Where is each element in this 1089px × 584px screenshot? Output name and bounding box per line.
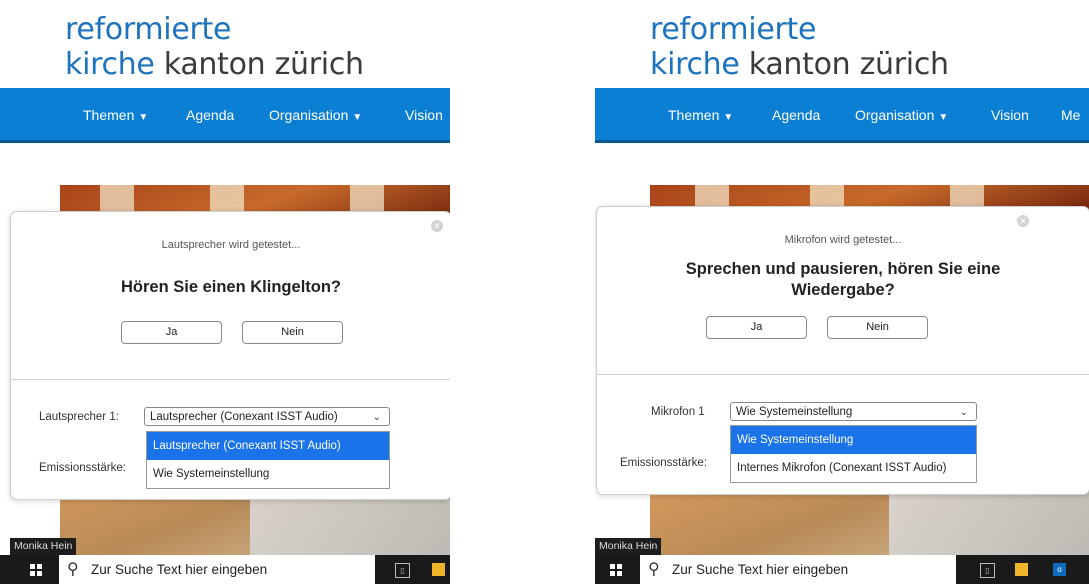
dropdown-option[interactable]: Wie Systemeinstellung [731, 426, 976, 454]
no-button[interactable]: Nein [827, 316, 928, 339]
taskbar-search-box[interactable]: ⚲ Zur Suche Text hier eingeben [640, 555, 956, 584]
nav-item-more[interactable]: Me [1061, 107, 1080, 123]
speaker-select[interactable]: Lautsprecher (Conexant ISST Audio) ⌄ [144, 407, 390, 426]
outlook-icon[interactable]: o [1053, 563, 1066, 576]
test-status: Lautsprecher wird getestet... [161, 239, 301, 251]
chevron-down-icon: ⌄ [959, 407, 968, 418]
task-view-icon[interactable]: ▯ [980, 563, 995, 578]
selected-device: Lautsprecher (Conexant ISST Audio) [150, 411, 338, 423]
microphone-test-screenshot: reformierte kirche kanton zürich Themen ▼… [595, 0, 1089, 584]
device-dropdown-list: Lautsprecher (Conexant ISST Audio) Wie S… [146, 431, 390, 489]
nav-item-themen[interactable]: Themen ▼ [83, 107, 148, 123]
logo-line-1: reformierte [650, 12, 817, 47]
no-button[interactable]: Nein [242, 321, 343, 344]
yes-button[interactable]: Ja [706, 316, 807, 339]
caret-down-icon: ▼ [938, 112, 949, 123]
logo-line-2: kirche kanton zürich [650, 47, 949, 82]
logo-line-1: reformierte [65, 12, 232, 47]
test-question: Hören Sie einen Klingelton? [120, 278, 342, 296]
nav-item-agenda[interactable]: Agenda [772, 107, 820, 123]
windows-start-icon[interactable] [610, 564, 622, 576]
test-question-line-1: Sprechen und pausieren, hören Sie eine [685, 260, 1001, 278]
selected-device: Wie Systemeinstellung [736, 406, 853, 418]
caret-down-icon: ▼ [352, 112, 363, 123]
search-placeholder: Zur Suche Text hier eingeben [672, 562, 849, 577]
audio-test-dialog: ✕ Mikrofon wird getestet... Sprechen und… [596, 206, 1089, 495]
search-icon: ⚲ [648, 561, 660, 578]
logo-word-kanton-zuerich: kanton zürich [739, 47, 949, 82]
file-explorer-icon[interactable] [432, 563, 445, 576]
search-icon: ⚲ [67, 561, 79, 578]
file-explorer-icon[interactable] [1015, 563, 1028, 576]
yes-button[interactable]: Ja [121, 321, 222, 344]
logo-line-2: kirche kanton zürich [65, 47, 364, 82]
device-label: Lautsprecher 1: [39, 411, 119, 423]
nav-item-organisation[interactable]: Organisation ▼ [855, 107, 948, 123]
nav-item-agenda[interactable]: Agenda [186, 107, 234, 123]
microphone-select[interactable]: Wie Systemeinstellung ⌄ [730, 402, 977, 421]
divider [11, 379, 450, 380]
nav-item-label: Themen [668, 107, 720, 123]
nav-item-organisation[interactable]: Organisation ▼ [269, 107, 362, 123]
audio-test-dialog: ✕ Lautsprecher wird getestet... Hören Si… [10, 211, 450, 500]
site-logo[interactable]: reformierte kirche kanton zürich [650, 12, 949, 82]
nav-item-themen[interactable]: Themen ▼ [668, 107, 733, 123]
windows-taskbar: ⚲ Zur Suche Text hier eingeben ▯ o [595, 555, 1089, 584]
logo-word-kanton-zuerich: kanton zürich [154, 47, 364, 82]
caret-down-icon: ▼ [138, 112, 149, 123]
nav-item-label: Vision [991, 107, 1029, 123]
nav-item-label: Agenda [772, 107, 821, 123]
level-label: Emissionsstärke: [620, 457, 707, 469]
device-dropdown-list: Wie Systemeinstellung Internes Mikrofon … [730, 425, 977, 483]
nav-item-label: Agenda [186, 107, 235, 123]
participant-name-tag: Monika Hein [10, 538, 77, 555]
dropdown-option[interactable]: Lautsprecher (Conexant ISST Audio) [147, 432, 389, 460]
windows-start-icon[interactable] [30, 564, 42, 576]
main-navigation: Themen ▼ Agenda Organisation ▼ Vision [0, 88, 450, 143]
nav-item-label: Organisation [855, 107, 935, 123]
device-label: Mikrofon 1 [651, 406, 705, 418]
test-question-line-2: Wiedergabe? [791, 281, 895, 299]
caret-down-icon: ▼ [723, 112, 734, 123]
close-icon[interactable]: ✕ [1017, 215, 1029, 227]
taskbar-search-box[interactable]: ⚲ Zur Suche Text hier eingeben [59, 555, 375, 584]
main-navigation: Themen ▼ Agenda Organisation ▼ Vision Me [595, 88, 1089, 143]
windows-taskbar: ⚲ Zur Suche Text hier eingeben ▯ [0, 555, 450, 584]
participant-name-tag: Monika Hein [595, 538, 662, 555]
nav-item-label: Me [1061, 107, 1081, 123]
divider [597, 374, 1089, 375]
nav-item-label: Themen [83, 107, 135, 123]
nav-item-label: Vision [405, 107, 443, 123]
nav-item-vision[interactable]: Vision [991, 107, 1029, 123]
speaker-test-screenshot: reformierte kirche kanton zürich Themen ▼… [0, 0, 450, 584]
test-status: Mikrofon wird getestet... [784, 234, 902, 246]
dropdown-option[interactable]: Internes Mikrofon (Conexant ISST Audio) [731, 454, 976, 482]
level-label: Emissionsstärke: [39, 462, 126, 474]
close-icon[interactable]: ✕ [431, 220, 443, 232]
nav-item-vision[interactable]: Vision [405, 107, 443, 123]
task-view-icon[interactable]: ▯ [395, 563, 410, 578]
nav-item-label: Organisation [269, 107, 349, 123]
search-placeholder: Zur Suche Text hier eingeben [91, 562, 268, 577]
site-logo[interactable]: reformierte kirche kanton zürich [65, 12, 364, 82]
chevron-down-icon: ⌄ [372, 412, 381, 423]
test-question: Sprechen und pausieren, hören Sie eine W… [597, 259, 1089, 301]
dropdown-option[interactable]: Wie Systemeinstellung [147, 460, 389, 488]
logo-word-kirche: kirche [65, 47, 155, 82]
logo-word-kirche: kirche [650, 47, 740, 82]
